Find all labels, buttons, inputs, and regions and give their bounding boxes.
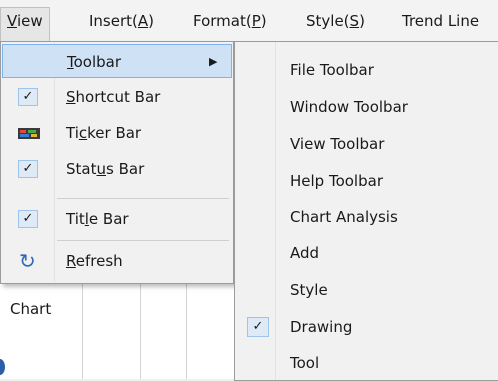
submenu-arrow-icon: ▶ <box>209 55 218 68</box>
menu-trend-line[interactable]: Trend Line <box>396 8 485 34</box>
panel-edge-icon <box>0 359 5 375</box>
toolbar-submenu: File Toolbar Window Toolbar View Toolbar… <box>234 41 498 381</box>
menu-bar: View Insert(A) Format(P) Style(S) Trend … <box>0 0 498 42</box>
menu-insert[interactable]: Insert(A) <box>83 8 160 34</box>
submenu-item-tool[interactable]: Tool <box>235 345 498 381</box>
submenu-item-file-toolbar[interactable]: File Toolbar <box>235 52 498 88</box>
menu-format[interactable]: Format(P) <box>187 8 273 34</box>
view-menu: Toolbar ▶ ✓ Shortcut Bar Ticker Bar ✓ St… <box>0 41 234 284</box>
submenu-item-window-toolbar[interactable]: Window Toolbar <box>235 89 498 125</box>
menu-view[interactable]: View <box>0 7 50 42</box>
menu-style[interactable]: Style(S) <box>300 8 371 34</box>
menu-item-status-bar[interactable]: ✓ Status Bar <box>2 152 232 186</box>
ticker-bar-icon <box>18 128 40 139</box>
refresh-icon: ↻ <box>19 249 36 273</box>
checkmark-icon: ✓ <box>18 210 38 228</box>
menu-item-shortcut-bar[interactable]: ✓ Shortcut Bar <box>2 80 232 114</box>
checkmark-icon: ✓ <box>247 317 269 337</box>
submenu-item-chart-analysis[interactable]: Chart Analysis <box>235 199 498 235</box>
menu-item-refresh[interactable]: ↻ Refresh <box>2 244 232 278</box>
menu-item-ticker-bar[interactable]: Ticker Bar <box>2 116 232 150</box>
menu-item-title-bar[interactable]: ✓ Title Bar <box>2 202 232 236</box>
submenu-item-add[interactable]: Add <box>235 235 498 271</box>
checkmark-icon: ✓ <box>18 160 38 178</box>
checkmark-icon: ✓ <box>18 88 38 106</box>
submenu-item-help-toolbar[interactable]: Help Toolbar <box>235 163 498 199</box>
menu-separator <box>57 198 229 199</box>
submenu-item-drawing[interactable]: ✓ Drawing <box>235 309 498 345</box>
submenu-item-view-toolbar[interactable]: View Toolbar <box>235 126 498 162</box>
chart-label: Chart <box>10 300 52 318</box>
submenu-item-style[interactable]: Style <box>235 272 498 308</box>
menu-separator <box>57 240 229 241</box>
menu-item-toolbar[interactable]: Toolbar ▶ <box>2 44 232 78</box>
